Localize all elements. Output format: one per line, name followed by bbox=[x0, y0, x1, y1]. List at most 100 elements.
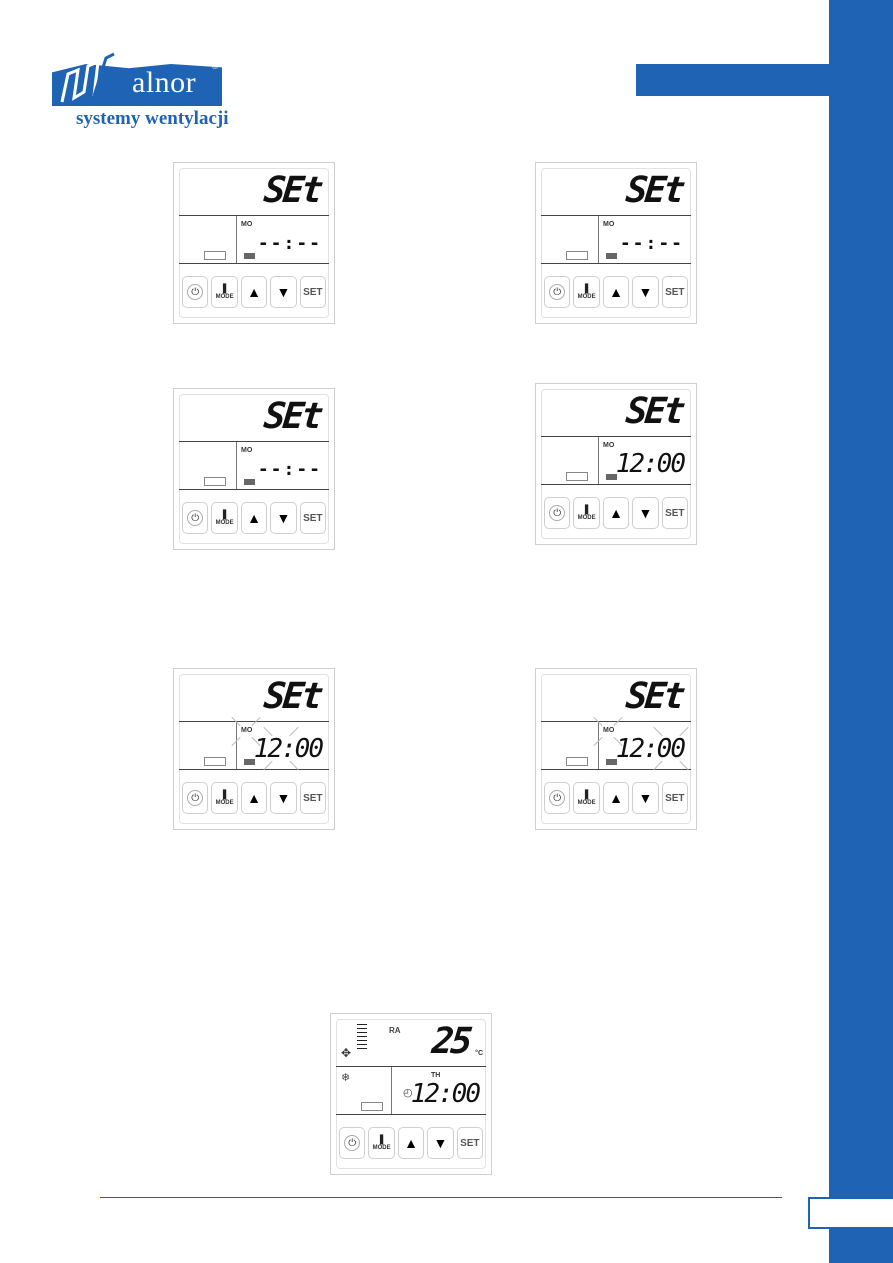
power-icon: ⏻ bbox=[344, 1135, 361, 1151]
power-button[interactable]: ⏻ bbox=[544, 497, 571, 529]
fan-level-bar bbox=[357, 1028, 367, 1029]
arrow-down-icon: ▼ bbox=[638, 790, 653, 806]
mode-icon: ❚ bbox=[220, 509, 229, 520]
fan-level-bars bbox=[357, 1024, 367, 1052]
set-button[interactable]: SET bbox=[661, 497, 689, 529]
arrow-down-icon: ▼ bbox=[276, 510, 291, 526]
mode-button[interactable]: ❚ MODE bbox=[368, 1127, 395, 1159]
fan-level-bar bbox=[357, 1024, 367, 1025]
day-label: TH bbox=[431, 1072, 441, 1079]
set-button[interactable]: SET bbox=[299, 276, 327, 308]
down-button[interactable]: ▼ bbox=[427, 1127, 454, 1159]
logo-tagline: systemy wentylacji bbox=[76, 108, 229, 129]
set-button[interactable]: SET bbox=[456, 1127, 484, 1159]
fan-level-bar bbox=[357, 1040, 367, 1041]
button-row: ⏻ ❚ MODE ▲ ▼ SET bbox=[182, 782, 327, 814]
mode-button[interactable]: ❚ MODE bbox=[211, 276, 238, 308]
arrow-up-icon: ▲ bbox=[404, 1135, 418, 1151]
logo: alnor ® systemy wentylacji bbox=[52, 52, 229, 132]
mode-button[interactable]: ❚ MODE bbox=[573, 782, 600, 814]
controller-panel: SEt MO 12:00 ⏻ ❚ MODE ▲ ▼ SET bbox=[535, 383, 697, 545]
up-button[interactable]: ▲ bbox=[602, 276, 630, 308]
temperature-unit: °C bbox=[475, 1050, 483, 1057]
mode-icon: ❚ bbox=[582, 789, 591, 800]
down-button[interactable]: ▼ bbox=[270, 276, 297, 308]
down-button[interactable]: ▼ bbox=[270, 502, 297, 534]
arrow-up-icon: ▲ bbox=[247, 790, 261, 806]
indicator-tag bbox=[606, 253, 617, 259]
power-button[interactable]: ⏻ bbox=[544, 782, 571, 814]
controller-panel: SEt MO --:-- ⏻ ❚ MODE ▲ ▼ SET bbox=[173, 388, 335, 550]
set-button[interactable]: SET bbox=[661, 276, 689, 308]
day-label: MO bbox=[603, 727, 615, 734]
up-button[interactable]: ▲ bbox=[240, 276, 268, 308]
logo-wordmark: alnor bbox=[132, 66, 197, 99]
mode-icon: ❚ bbox=[220, 789, 229, 800]
down-button[interactable]: ▼ bbox=[632, 276, 659, 308]
fan-level-bar bbox=[357, 1032, 367, 1033]
arrow-up-icon: ▲ bbox=[609, 790, 623, 806]
set-button[interactable]: SET bbox=[299, 782, 327, 814]
indicator-rect bbox=[204, 251, 226, 260]
day-label: MO bbox=[603, 442, 615, 449]
down-button[interactable]: ▼ bbox=[632, 782, 659, 814]
main-display: SEt bbox=[261, 676, 323, 717]
power-button[interactable]: ⏻ bbox=[182, 276, 209, 308]
controller-panel: SEt MO --:-- ⏻ ❚ MODE ▲ ▼ SET bbox=[173, 162, 335, 324]
power-icon: ⏻ bbox=[549, 284, 566, 300]
power-button[interactable]: ⏻ bbox=[182, 502, 209, 534]
footer-divider bbox=[100, 1197, 782, 1198]
day-label: MO bbox=[241, 447, 253, 454]
day-label: MO bbox=[241, 727, 253, 734]
fan-level-bar bbox=[357, 1044, 367, 1045]
time-display: 12:00 bbox=[615, 449, 686, 479]
power-icon: ⏻ bbox=[549, 505, 566, 521]
mode-button[interactable]: ❚ MODE bbox=[211, 502, 238, 534]
main-display: SEt bbox=[261, 170, 323, 211]
power-icon: ⏻ bbox=[549, 790, 566, 806]
side-band bbox=[829, 0, 893, 1263]
day-label: MO bbox=[603, 221, 615, 228]
time-display: 12:00 bbox=[410, 1079, 481, 1109]
power-button[interactable]: ⏻ bbox=[182, 782, 209, 814]
controller-panel-final: ✥ RA 25 °C ❄ TH ◴ 12:00 ⏻ ❚ MODE ▲ ▼ SET bbox=[330, 1013, 492, 1175]
indicator-rect bbox=[566, 757, 588, 766]
power-icon: ⏻ bbox=[187, 510, 204, 526]
mode-icon: ❚ bbox=[582, 504, 591, 515]
power-button[interactable]: ⏻ bbox=[544, 276, 571, 308]
time-display: 12:00 bbox=[253, 734, 324, 764]
controller-panel: SEt MO 12:00 ⏻ ❚ MODE ▲ ▼ SET bbox=[535, 668, 697, 830]
snowflake-icon: ❄ bbox=[341, 1072, 351, 1084]
indicator-rect bbox=[566, 251, 588, 260]
up-button[interactable]: ▲ bbox=[397, 1127, 425, 1159]
logo-registered-mark: ® bbox=[212, 62, 218, 71]
controller-panel: SEt MO 12:00 ⏻ ❚ MODE ▲ ▼ SET bbox=[173, 668, 335, 830]
up-button[interactable]: ▲ bbox=[602, 782, 630, 814]
indicator-tag bbox=[244, 479, 255, 485]
main-display: SEt bbox=[623, 676, 685, 717]
mode-button[interactable]: ❚ MODE bbox=[573, 276, 600, 308]
indicator-rect bbox=[204, 757, 226, 766]
arrow-down-icon: ▼ bbox=[638, 505, 653, 521]
power-button[interactable]: ⏻ bbox=[339, 1127, 366, 1159]
up-button[interactable]: ▲ bbox=[240, 502, 268, 534]
page-number-box bbox=[808, 1197, 893, 1229]
set-button[interactable]: SET bbox=[299, 502, 327, 534]
down-button[interactable]: ▼ bbox=[270, 782, 297, 814]
button-row: ⏻ ❚ MODE ▲ ▼ SET bbox=[544, 497, 689, 529]
arrow-down-icon: ▼ bbox=[276, 284, 291, 300]
mode-label: RA bbox=[389, 1026, 401, 1035]
power-icon: ⏻ bbox=[187, 284, 204, 300]
header-bar bbox=[636, 64, 836, 96]
set-button[interactable]: SET bbox=[661, 782, 689, 814]
up-button[interactable]: ▲ bbox=[602, 497, 630, 529]
up-button[interactable]: ▲ bbox=[240, 782, 268, 814]
mode-button[interactable]: ❚ MODE bbox=[573, 497, 600, 529]
indicator-tag bbox=[244, 253, 255, 259]
time-display: --:-- bbox=[257, 233, 322, 254]
down-button[interactable]: ▼ bbox=[632, 497, 659, 529]
mode-button[interactable]: ❚ MODE bbox=[211, 782, 238, 814]
fan-level-bar bbox=[357, 1036, 367, 1037]
button-row: ⏻ ❚ MODE ▲ ▼ SET bbox=[182, 276, 327, 308]
temperature-display: 25 bbox=[429, 1021, 472, 1062]
